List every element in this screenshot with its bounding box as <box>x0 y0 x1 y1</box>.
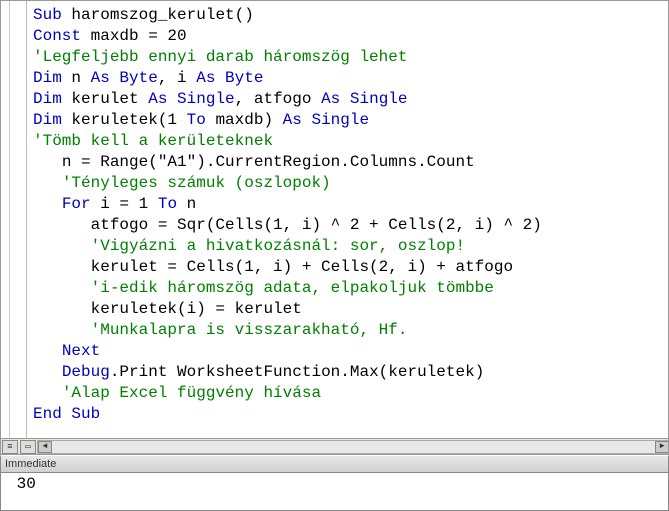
code-line[interactable]: Dim n As Byte, i As Byte <box>33 68 662 89</box>
code-line[interactable]: Next <box>33 341 662 362</box>
keyword: To <box>158 195 177 213</box>
keyword: For <box>62 195 91 213</box>
code-text: keruletek(i) = kerulet <box>91 300 302 318</box>
code-line[interactable]: 'Tényleges számuk (oszlopok) <box>33 173 662 194</box>
keyword: To <box>187 111 206 129</box>
code-line[interactable]: 'Vigyázni a hivatkozásnál: sor, oszlop! <box>33 236 662 257</box>
comment: 'Legfeljebb ennyi darab háromszög lehet <box>33 48 407 66</box>
code-line[interactable]: kerulet = Cells(1, i) + Cells(2, i) + at… <box>33 257 662 278</box>
code-line[interactable]: atfogo = Sqr(Cells(1, i) ^ 2 + Cells(2, … <box>33 215 662 236</box>
keyword: Next <box>62 342 100 360</box>
code-line[interactable]: Sub haromszog_kerulet() <box>33 5 662 26</box>
code-line[interactable]: 'Munkalapra is visszarakható, Hf. <box>33 320 662 341</box>
immediate-window-title: Immediate <box>0 455 669 473</box>
code-text: kerulet = Cells(1, i) + Cells(2, i) + at… <box>91 258 513 276</box>
code-text: maxdb = 20 <box>81 27 187 45</box>
code-editor[interactable]: Sub haromszog_kerulet()Const maxdb = 20'… <box>27 1 668 454</box>
keyword: As Byte <box>196 69 263 87</box>
code-text: , atfogo <box>235 90 321 108</box>
code-line[interactable]: End Sub <box>33 404 662 425</box>
code-line[interactable]: For i = 1 To n <box>33 194 662 215</box>
code-text: n <box>62 69 91 87</box>
keyword: As Single <box>148 90 234 108</box>
breakpoint-gutter[interactable] <box>1 1 27 454</box>
immediate-window[interactable]: 30 <box>0 473 669 511</box>
comment: 'Tömb kell a kerületeknek <box>33 132 273 150</box>
code-text: i = 1 <box>91 195 158 213</box>
code-text: haromszog_kerulet() <box>62 6 254 24</box>
code-text: keruletek(1 <box>62 111 187 129</box>
code-line[interactable]: 'Legfeljebb ennyi darab háromszög lehet <box>33 47 662 68</box>
code-text: n = Range("A1").CurrentRegion.Columns.Co… <box>62 153 475 171</box>
keyword: Dim <box>33 111 62 129</box>
comment: 'Vigyázni a hivatkozásnál: sor, oszlop! <box>91 237 465 255</box>
code-line[interactable]: Debug.Print WorksheetFunction.Max(kerule… <box>33 362 662 383</box>
scroll-right-button[interactable]: ► <box>655 441 669 453</box>
keyword: As Single <box>321 90 407 108</box>
code-line[interactable]: 'i-edik háromszög adata, elpakoljuk tömb… <box>33 278 662 299</box>
code-text: , i <box>158 69 196 87</box>
procedure-view-button[interactable]: ≡ <box>2 440 18 454</box>
keyword: Sub <box>33 6 62 24</box>
keyword: Debug <box>62 363 110 381</box>
horizontal-scrollbar[interactable]: ◄ ► <box>37 440 669 454</box>
comment: 'Tényleges számuk (oszlopok) <box>62 174 331 192</box>
keyword: Dim <box>33 69 62 87</box>
comment: 'Munkalapra is visszarakható, Hf. <box>91 321 408 339</box>
scroll-left-button[interactable]: ◄ <box>38 441 52 453</box>
keyword: As Byte <box>91 69 158 87</box>
code-text: maxdb) <box>206 111 283 129</box>
code-text: kerulet <box>62 90 148 108</box>
keyword: Dim <box>33 90 62 108</box>
keyword: Const <box>33 27 81 45</box>
code-line[interactable]: 'Alap Excel függvény hívása <box>33 383 662 404</box>
code-text: n <box>177 195 196 213</box>
comment: 'Alap Excel függvény hívása <box>62 384 321 402</box>
comment: 'i-edik háromszög adata, elpakoljuk tömb… <box>91 279 494 297</box>
code-line[interactable]: n = Range("A1").CurrentRegion.Columns.Co… <box>33 152 662 173</box>
keyword: End Sub <box>33 405 100 423</box>
code-pane: Sub haromszog_kerulet()Const maxdb = 20'… <box>0 0 669 455</box>
code-text: atfogo = Sqr(Cells(1, i) ^ 2 + Cells(2, … <box>91 216 542 234</box>
code-line[interactable]: 'Tömb kell a kerületeknek <box>33 131 662 152</box>
view-toolbar: ≡ ▭ ◄ ► <box>1 438 669 454</box>
code-line[interactable]: keruletek(i) = kerulet <box>33 299 662 320</box>
code-line[interactable]: Const maxdb = 20 <box>33 26 662 47</box>
code-line[interactable]: Dim keruletek(1 To maxdb) As Single <box>33 110 662 131</box>
code-text: .Print WorksheetFunction.Max(keruletek) <box>110 363 484 381</box>
keyword: As Single <box>283 111 369 129</box>
full-module-view-button[interactable]: ▭ <box>20 440 36 454</box>
code-line[interactable]: Dim kerulet As Single, atfogo As Single <box>33 89 662 110</box>
